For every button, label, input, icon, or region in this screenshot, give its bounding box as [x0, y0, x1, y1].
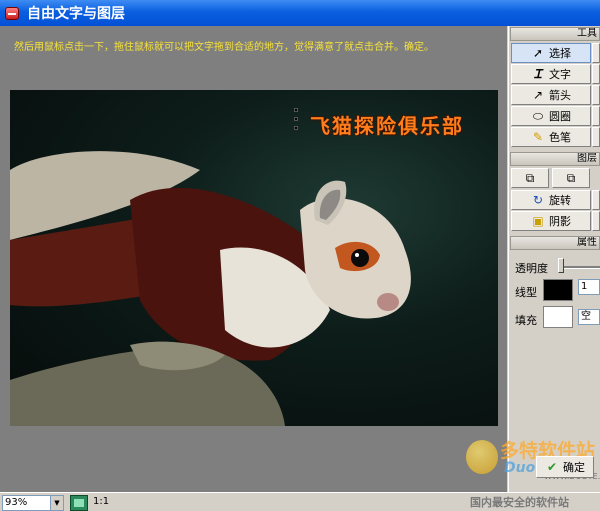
watermark-mascot-logo: [466, 440, 498, 474]
layer-down-button[interactable]: ⧉: [552, 168, 590, 188]
checkmark-icon: ✔: [546, 460, 558, 474]
line-color-swatch[interactable]: [543, 279, 573, 301]
chevron-down-icon[interactable]: ▼: [50, 496, 63, 510]
arrow-tool-button[interactable]: ↗ 箭头: [511, 85, 591, 105]
layers-section-header: 图层: [510, 152, 600, 166]
panel-scroll-stub: [592, 211, 600, 231]
text-tool-icon: Ꮖ: [534, 67, 542, 81]
select-tool-button[interactable]: ➚ 选择: [511, 43, 591, 63]
ellipse-icon: ⬭: [532, 109, 544, 123]
panel-scroll-stub: [592, 64, 600, 84]
text-tool-button[interactable]: Ꮖ 文字: [511, 64, 591, 84]
window-title: 自由文字与图层: [27, 6, 125, 22]
pen-icon: ✎: [532, 130, 544, 144]
opacity-slider-track[interactable]: [558, 266, 600, 269]
app-icon: [5, 6, 19, 20]
fill-label: 填充: [515, 314, 537, 327]
actual-size-button[interactable]: 1:1: [93, 496, 109, 507]
fit-window-button[interactable]: [70, 495, 88, 511]
shadow-icon: ▣: [532, 214, 544, 228]
layer-backward-icon: ⧉: [566, 171, 576, 185]
ellipse-tool-label: 圆圈: [549, 110, 571, 123]
ok-button[interactable]: ✔ 确定: [536, 456, 594, 478]
opacity-label: 透明度: [515, 262, 548, 275]
panel-scroll-stub: [592, 106, 600, 126]
line-width-input[interactable]: 1: [578, 279, 600, 295]
panel-scroll-stub: [592, 85, 600, 105]
rotate-icon: ↻: [532, 193, 544, 207]
fill-style-select[interactable]: 空心: [578, 309, 600, 325]
select-tool-label: 选择: [549, 47, 571, 60]
cursor-arrow-icon: ➚: [532, 46, 544, 60]
pen-tool-button[interactable]: ✎ 色笔: [511, 127, 591, 147]
shadow-button[interactable]: ▣ 阴影: [511, 211, 591, 231]
text-tool-label: 文字: [549, 68, 571, 81]
layer-forward-icon: ⧉: [525, 171, 535, 185]
opacity-slider-thumb[interactable]: [558, 258, 564, 273]
edited-photo[interactable]: 飞猫探险俱乐部: [10, 90, 498, 426]
tools-section-header: 工具: [510, 27, 600, 41]
watermark-slogan: 国内最安全的软件站: [470, 496, 569, 509]
zoom-value: 93%: [5, 497, 28, 508]
title-bar[interactable]: 自由文字与图层: [0, 0, 600, 26]
text-layer-caption[interactable]: 飞猫探险俱乐部: [310, 110, 464, 139]
fill-color-swatch[interactable]: [543, 306, 573, 328]
rotate-label: 旋转: [549, 194, 571, 207]
ok-button-label: 确定: [563, 461, 585, 474]
panel-scroll-stub: [592, 190, 600, 210]
panel-scroll-stub: [592, 127, 600, 147]
layer-up-button[interactable]: ⧉: [511, 168, 549, 188]
instruction-hint: 然后用鼠标点击一下，拖住鼠标就可以把文字拖到合适的地方，觉得满意了就点击合并。确…: [14, 42, 434, 53]
panel-scroll-stub: [592, 43, 600, 63]
arrow-icon: ↗: [532, 88, 544, 102]
shadow-label: 阴影: [549, 215, 571, 228]
line-label: 线型: [515, 286, 537, 299]
pen-tool-label: 色笔: [549, 131, 571, 144]
arrow-tool-label: 箭头: [549, 89, 571, 102]
rotate-button[interactable]: ↻ 旋转: [511, 190, 591, 210]
zoom-select[interactable]: 93% ▼: [2, 495, 64, 511]
squirrel-image: [10, 151, 411, 426]
properties-section-header: 属性: [510, 236, 600, 250]
ellipse-tool-button[interactable]: ⬭ 圆圈: [511, 106, 591, 126]
